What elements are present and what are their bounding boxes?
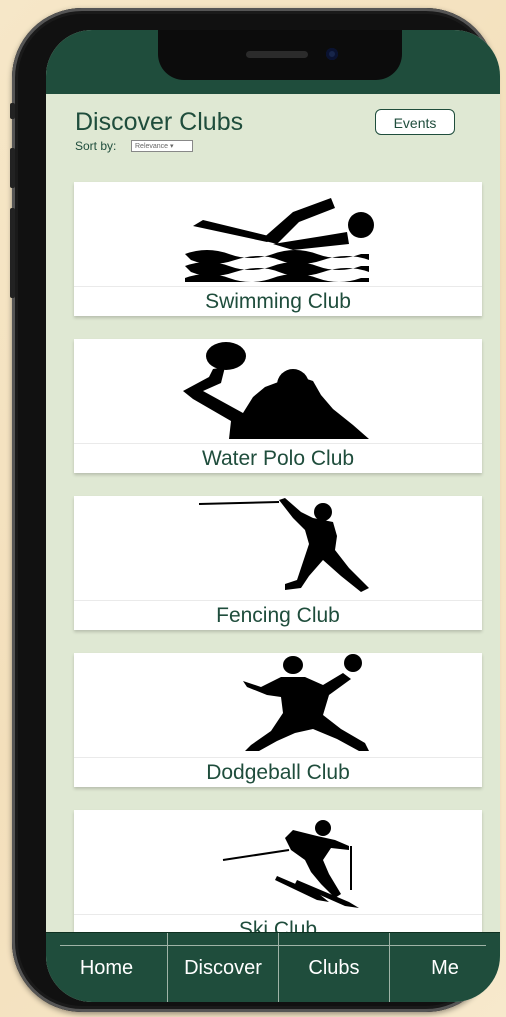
tab-discover[interactable]: Discover: [168, 933, 278, 1002]
club-card-fencing[interactable]: Fencing Club: [74, 496, 482, 630]
club-image: [74, 810, 482, 914]
tab-bar: Home Discover Clubs Me: [46, 932, 500, 1002]
water-polo-player-icon: [183, 342, 369, 439]
club-name: Swimming Club: [74, 286, 482, 317]
discover-page: Discover Clubs Sort by: Relevance ▾ Even…: [46, 94, 500, 944]
club-image: [74, 496, 482, 600]
skier-icon: [222, 820, 359, 908]
dodgeball-player-icon: [243, 654, 369, 751]
screen: Discover Clubs Sort by: Relevance ▾ Even…: [46, 30, 500, 1002]
club-name: Fencing Club: [74, 600, 482, 631]
speaker-grille: [246, 51, 308, 58]
club-card-ski[interactable]: Ski Club: [74, 810, 482, 944]
page-title: Discover Clubs: [75, 108, 244, 136]
club-card-swimming[interactable]: Swimming Club: [74, 182, 482, 316]
swimmer-icon: [185, 198, 374, 282]
club-image: [74, 653, 482, 757]
sort-label: Sort by:: [75, 139, 117, 153]
mute-switch: [10, 103, 15, 119]
status-bar: [46, 30, 500, 94]
front-camera: [326, 48, 338, 60]
tab-clubs[interactable]: Clubs: [279, 933, 389, 1002]
events-button[interactable]: Events: [375, 109, 455, 135]
club-card-water-polo[interactable]: Water Polo Club: [74, 339, 482, 473]
volume-down-button: [10, 208, 15, 298]
phone-frame: Discover Clubs Sort by: Relevance ▾ Even…: [10, 8, 500, 1012]
club-name: Dodgeball Club: [74, 757, 482, 788]
club-image: [74, 339, 482, 443]
club-image: [74, 182, 482, 286]
fencer-icon: [198, 498, 369, 592]
tab-me[interactable]: Me: [390, 933, 500, 1002]
tab-home[interactable]: Home: [46, 933, 167, 1002]
volume-up-button: [10, 148, 15, 188]
notch: [158, 30, 402, 80]
sort-select[interactable]: Relevance ▾: [131, 140, 193, 152]
club-name: Water Polo Club: [74, 443, 482, 474]
club-card-dodgeball[interactable]: Dodgeball Club: [74, 653, 482, 787]
